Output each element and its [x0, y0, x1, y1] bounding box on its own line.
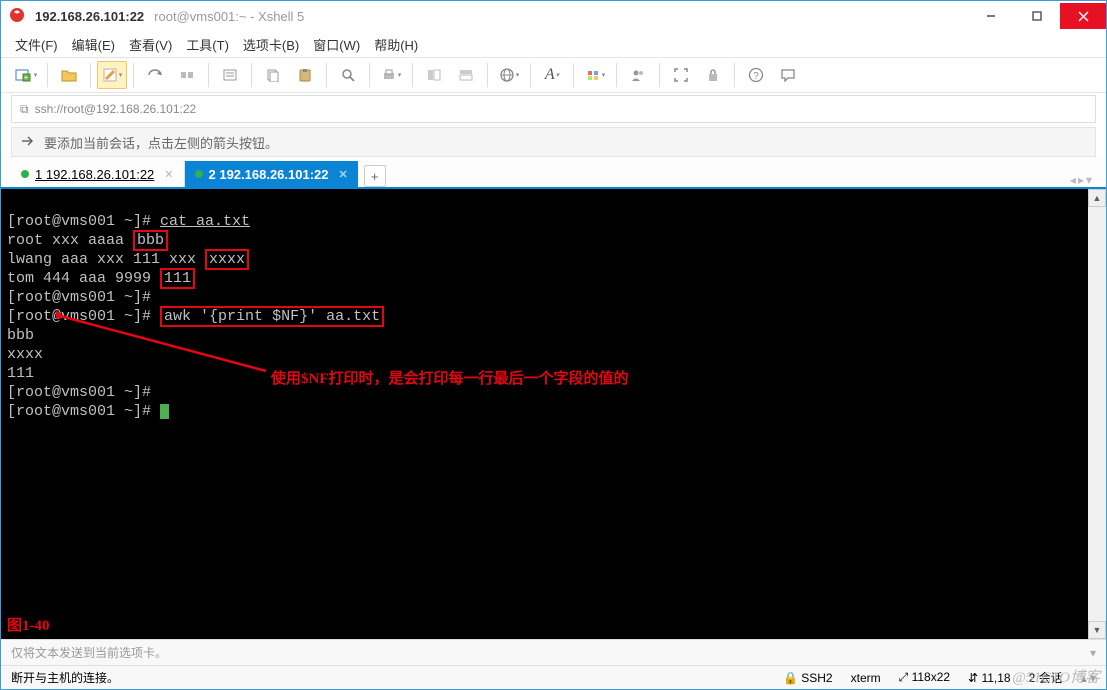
status-cursor-pos: ⇵ 11,18 — [968, 671, 1011, 685]
reconnect-button[interactable] — [140, 61, 170, 89]
globe-button[interactable]: ▾ — [494, 61, 524, 89]
terminal-output[interactable]: [root@vms001 ~]# cat aa.txt root xxx aaa… — [1, 189, 1106, 425]
terminal-area[interactable]: [root@vms001 ~]# cat aa.txt root xxx aaa… — [1, 189, 1106, 639]
addressbar-icon: ⧉ — [20, 102, 29, 117]
tab-1[interactable]: 1 192.168.26.101:22 ✕ — [11, 161, 185, 187]
tab-nav: ◂ ▸ ▾ — [1070, 173, 1096, 187]
status-dot-icon — [21, 170, 29, 178]
addressbar-url: ssh://root@192.168.26.101:22 — [35, 102, 197, 116]
tab-prev-icon[interactable]: ◂ — [1070, 173, 1076, 187]
status-ssh: 🔒 SSH2 — [783, 671, 833, 685]
lock-icon: 🔒 — [783, 671, 798, 685]
status-term: xterm — [851, 671, 881, 685]
status-connection: 断开与主机的连接。 — [11, 669, 119, 686]
minimize-button[interactable] — [968, 3, 1014, 29]
panel2-button[interactable] — [451, 61, 481, 89]
arrow-add-icon[interactable] — [20, 134, 36, 151]
print-button[interactable]: ▾ — [376, 61, 406, 89]
status-dot-icon — [195, 170, 203, 178]
addressbar[interactable]: ⧉ ssh://root@192.168.26.101:22 — [11, 95, 1096, 123]
scroll-down-icon[interactable]: ▼ — [1088, 621, 1106, 639]
tab-2[interactable]: 2 192.168.26.101:22 ✕ — [185, 161, 358, 187]
help-button[interactable]: ? — [741, 61, 771, 89]
users-button[interactable] — [623, 61, 653, 89]
highlight-box: 111 — [160, 268, 195, 289]
color-button[interactable]: ▾ — [580, 61, 610, 89]
hint-bar: 要添加当前会话，点击左侧的箭头按钮。 — [11, 127, 1096, 157]
close-button[interactable] — [1060, 3, 1106, 29]
open-button[interactable] — [54, 61, 84, 89]
pos-icon: ⇵ — [968, 671, 978, 685]
tab-close-icon[interactable]: ✕ — [164, 168, 173, 181]
scrollbar[interactable]: ▲ ▼ — [1088, 189, 1106, 639]
highlight-box: bbb — [133, 230, 168, 251]
menu-file[interactable]: 文件(F) — [15, 35, 58, 54]
lock-button[interactable] — [698, 61, 728, 89]
svg-text:?: ? — [753, 71, 759, 82]
comment-button[interactable] — [773, 61, 803, 89]
window-controls — [968, 3, 1106, 29]
titlebar: 192.168.26.101:22 root@vms001:~ - Xshell… — [1, 1, 1106, 31]
properties-button[interactable] — [215, 61, 245, 89]
tab-close-icon[interactable]: ✕ — [339, 168, 348, 181]
fullscreen-button[interactable] — [666, 61, 696, 89]
menubar: 文件(F) 编辑(E) 查看(V) 工具(T) 选项卡(B) 窗口(W) 帮助(… — [1, 31, 1106, 57]
disconnect-button[interactable] — [172, 61, 202, 89]
statusbar: 断开与主机的连接。 🔒 SSH2 xterm ⤢ 118x22 ⇵ 11,18 … — [1, 665, 1106, 689]
window-title: 192.168.26.101:22 — [35, 9, 144, 24]
tab-menu-icon[interactable]: ▾ — [1086, 173, 1092, 187]
find-button[interactable] — [333, 61, 363, 89]
compose-button[interactable]: ▾ — [97, 61, 127, 89]
font-button[interactable]: A▾ — [537, 61, 567, 89]
menu-view[interactable]: 查看(V) — [129, 35, 172, 54]
figure-label: 图1-40 — [7, 614, 50, 635]
paste-button[interactable] — [290, 61, 320, 89]
annotation-text: 使用$NF打印时，是会打印每一行最后一个字段的值的 — [271, 367, 629, 388]
new-session-button[interactable]: +▾ — [11, 61, 41, 89]
tab-bar: 1 192.168.26.101:22 ✕ 2 192.168.26.101:2… — [1, 157, 1106, 189]
send-bar[interactable]: 仅将文本发送到当前选项卡。 ▾ — [1, 639, 1106, 665]
send-bar-menu-icon[interactable]: ▾ — [1090, 646, 1096, 660]
highlight-box: xxxx — [205, 249, 249, 270]
tab-add-button[interactable]: + — [364, 165, 386, 187]
svg-text:+: + — [23, 73, 28, 82]
tab-label: 1 192.168.26.101:22 — [35, 167, 154, 182]
app-window: 192.168.26.101:22 root@vms001:~ - Xshell… — [0, 0, 1107, 690]
tab-next-icon[interactable]: ▸ — [1078, 173, 1084, 187]
copy-button[interactable] — [258, 61, 288, 89]
menu-tabs[interactable]: 选项卡(B) — [243, 35, 299, 54]
panel1-button[interactable] — [419, 61, 449, 89]
menu-window[interactable]: 窗口(W) — [313, 35, 360, 54]
menu-tools[interactable]: 工具(T) — [186, 35, 229, 54]
highlight-box: awk '{print $NF}' aa.txt — [160, 306, 384, 327]
maximize-button[interactable] — [1014, 3, 1060, 29]
tab-label: 2 192.168.26.101:22 — [209, 167, 329, 182]
cursor — [160, 404, 169, 419]
status-nav[interactable]: ▴ ▾ — [1081, 671, 1096, 685]
app-icon — [9, 7, 25, 26]
menu-edit[interactable]: 编辑(E) — [72, 35, 115, 54]
menu-help[interactable]: 帮助(H) — [374, 35, 418, 54]
status-size: ⤢ 118x22 — [899, 670, 950, 685]
scroll-up-icon[interactable]: ▲ — [1088, 189, 1106, 207]
toolbar: +▾ ▾ ▾ ▾ A▾ ▾ ? — [1, 57, 1106, 93]
send-bar-text: 仅将文本发送到当前选项卡。 — [11, 644, 167, 661]
hint-text: 要添加当前会话，点击左侧的箭头按钮。 — [44, 133, 278, 152]
status-sessions: 2 会话 — [1029, 669, 1063, 686]
window-subtitle: root@vms001:~ - Xshell 5 — [154, 9, 304, 24]
